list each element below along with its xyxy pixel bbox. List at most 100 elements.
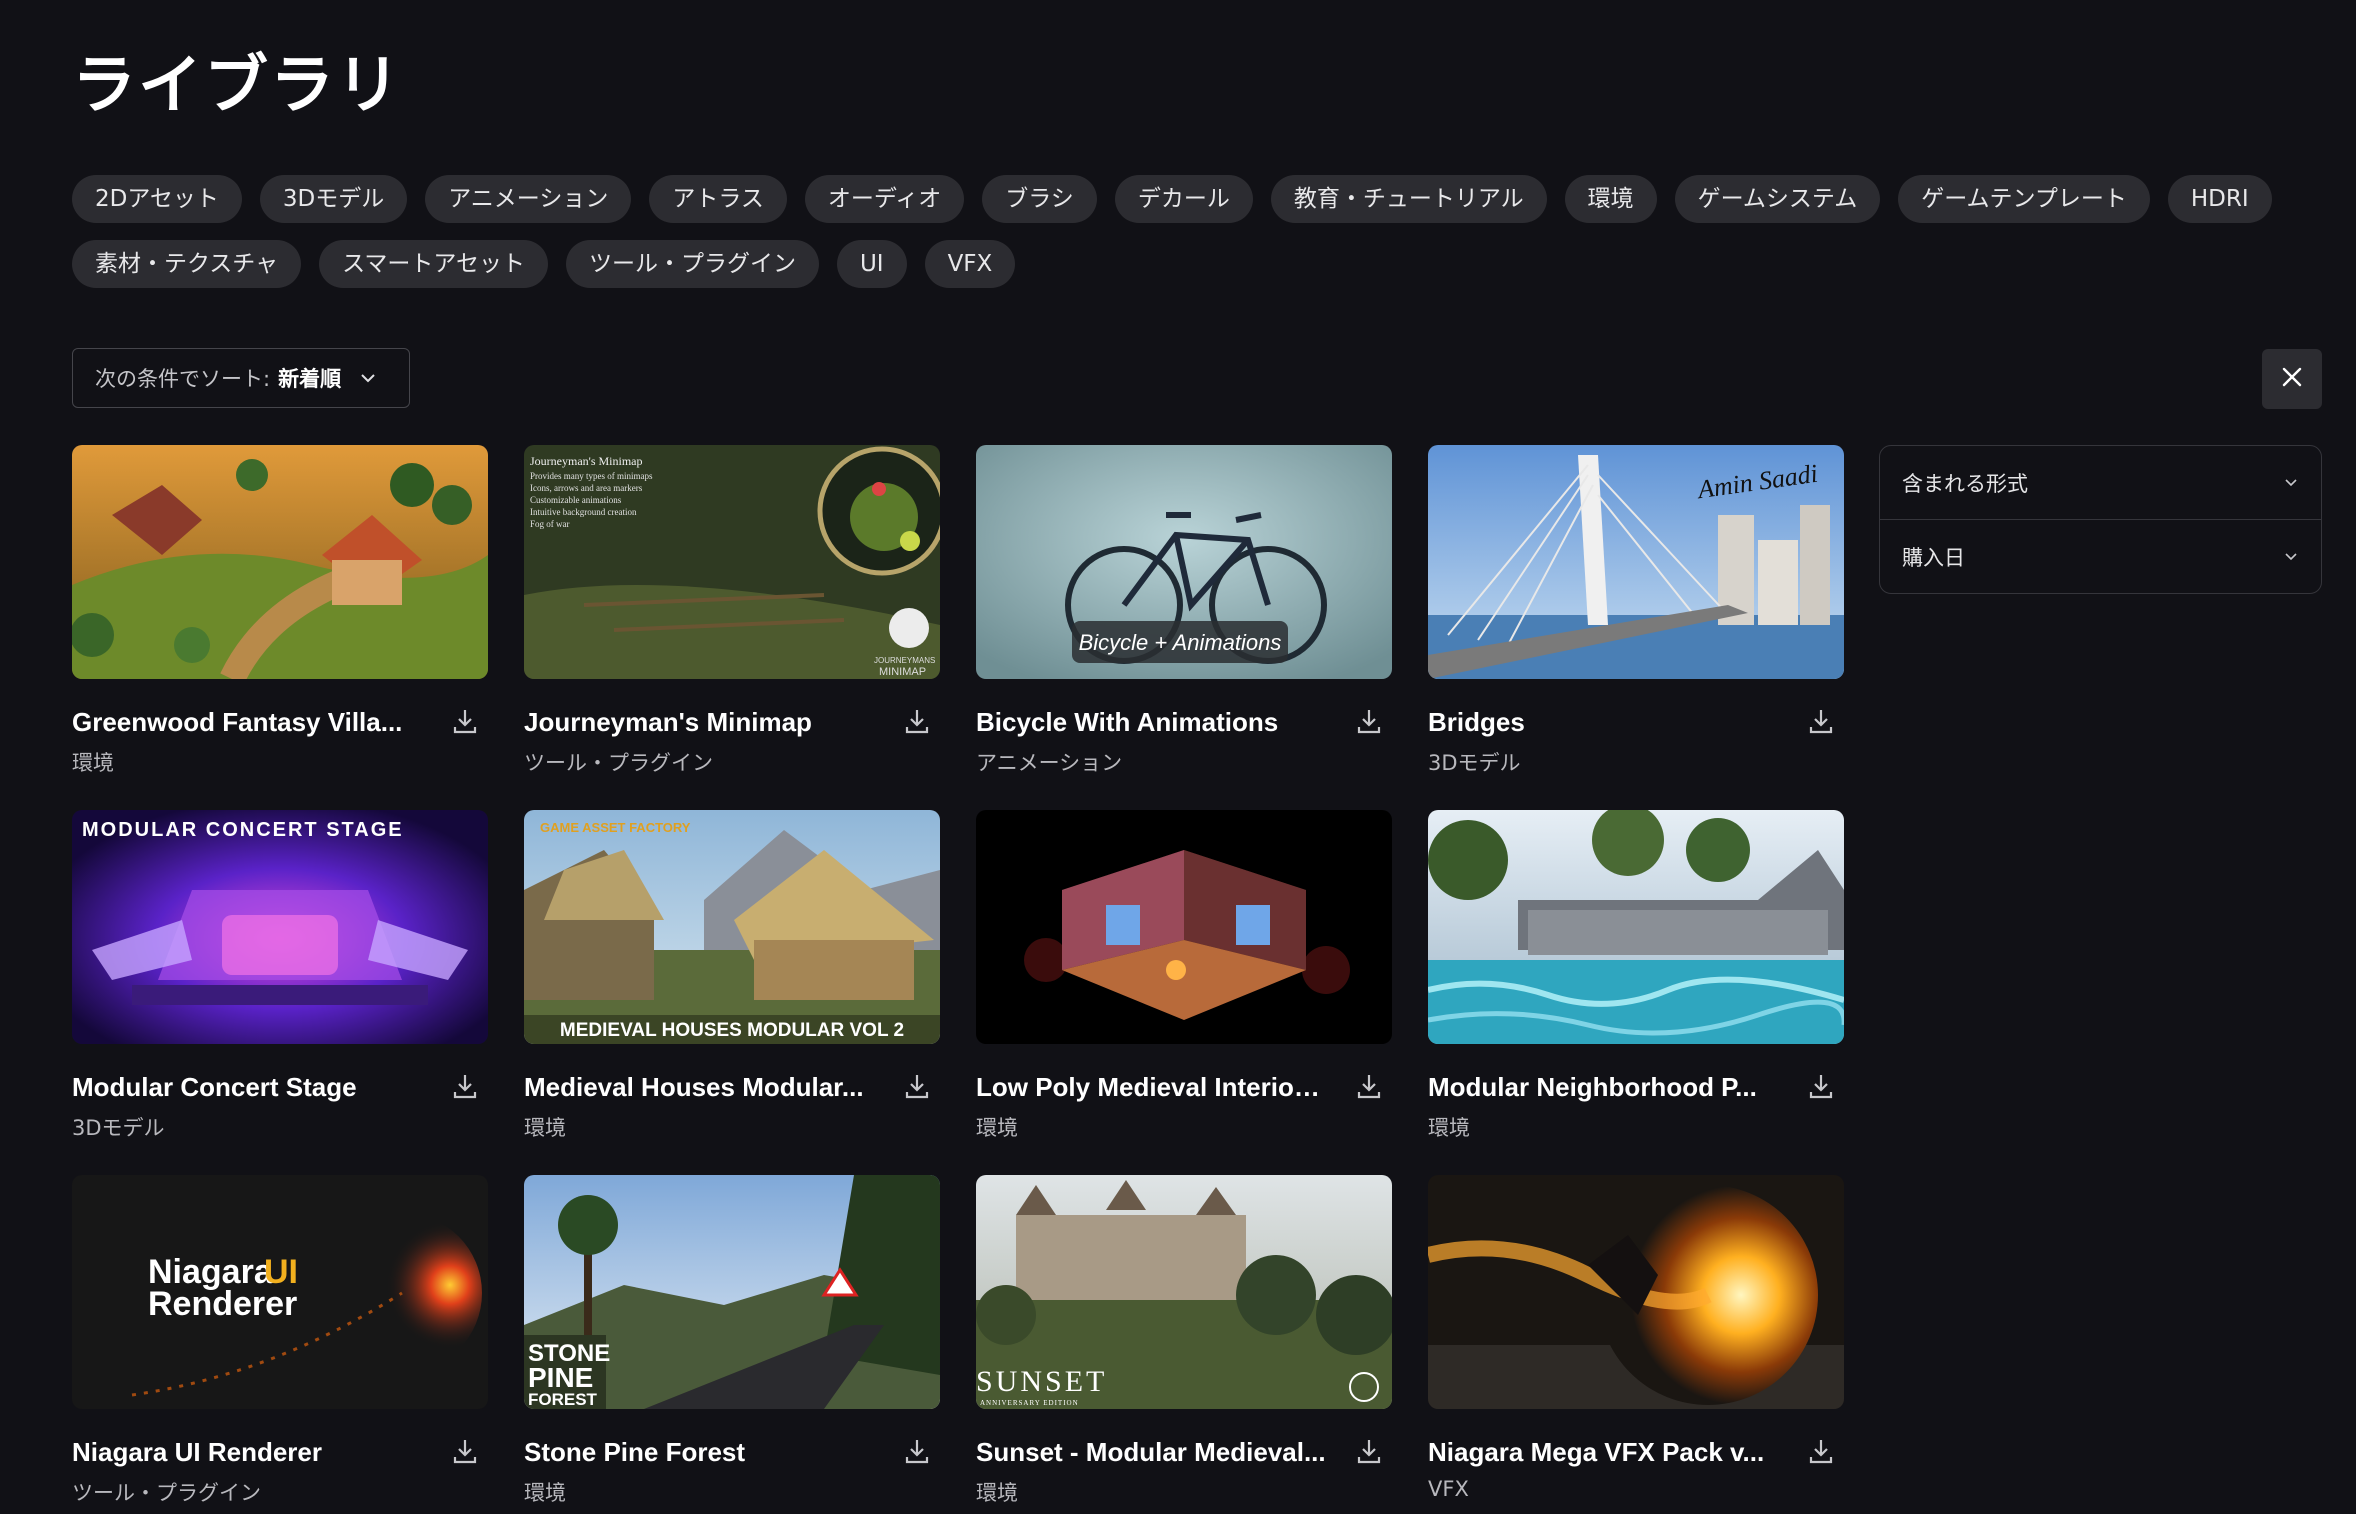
product-title[interactable]: Modular Concert Stage: [72, 1072, 422, 1103]
download-button[interactable]: [1354, 1437, 1384, 1469]
thumb-heading: Journeyman's Minimap: [530, 454, 642, 468]
product-category: 3Dモデル: [72, 1116, 165, 1140]
product-title[interactable]: Journeyman's Minimap: [524, 707, 874, 738]
product-card[interactable]: Journeyman's Minimap Provides many types…: [524, 445, 940, 775]
product-thumbnail[interactable]: Journeyman's Minimap Provides many types…: [524, 445, 940, 679]
product-title[interactable]: Bicycle With Animations: [976, 707, 1326, 738]
chip-3d-models[interactable]: 3Dモデル: [259, 175, 408, 223]
product-thumbnail[interactable]: [976, 810, 1392, 1044]
thumb-feature: Fog of war: [530, 519, 570, 529]
thumb-title: FOREST: [528, 1390, 598, 1409]
chip-game-system[interactable]: ゲームシステム: [1674, 175, 1881, 223]
product-thumbnail[interactable]: [1428, 810, 1844, 1044]
download-button[interactable]: [1806, 707, 1836, 739]
product-card[interactable]: Bicycle + Animations Bicycle With Animat…: [976, 445, 1392, 775]
chip-decal[interactable]: デカール: [1114, 175, 1253, 223]
chip-animation[interactable]: アニメーション: [425, 175, 632, 223]
chip-brush[interactable]: ブラシ: [982, 175, 1097, 223]
thumb-title: Renderer: [148, 1285, 297, 1323]
chip-vfx[interactable]: VFX: [924, 240, 1016, 288]
product-card[interactable]: MEDIEVAL HOUSES MODULAR VOL 2 GAME ASSET…: [524, 810, 940, 1140]
download-button[interactable]: [902, 707, 932, 739]
close-icon: [2280, 365, 2304, 394]
thumb-feature: Provides many types of minimaps: [530, 471, 653, 481]
download-icon: [452, 1072, 478, 1105]
thumb-caption: MEDIEVAL HOUSES MODULAR VOL 2: [560, 1020, 904, 1041]
product-thumbnail[interactable]: MEDIEVAL HOUSES MODULAR VOL 2 GAME ASSET…: [524, 810, 940, 1044]
chip-game-template[interactable]: ゲームテンプレート: [1898, 175, 2150, 223]
product-card[interactable]: Niagara Mega VFX Pack v... VFX: [1428, 1175, 1844, 1501]
product-thumbnail[interactable]: STONE PINE FOREST: [524, 1175, 940, 1409]
product-category: ツール・プラグイン: [524, 751, 713, 775]
chip-material-texture[interactable]: 素材・テクスチャ: [72, 240, 302, 288]
product-title[interactable]: Bridges: [1428, 707, 1778, 738]
download-button[interactable]: [450, 707, 480, 739]
chip-ui[interactable]: UI: [836, 240, 907, 288]
chevron-down-icon: [2283, 545, 2299, 569]
filter-panel: 含まれる形式 購入日: [1879, 445, 2322, 594]
product-card[interactable]: Amin Saadi Bridges 3Dモデル: [1428, 445, 1844, 775]
product-thumbnail[interactable]: Amin Saadi: [1428, 445, 1844, 679]
chip-smart-asset[interactable]: スマートアセット: [319, 240, 548, 288]
product-title[interactable]: Stone Pine Forest: [524, 1437, 874, 1468]
chip-atlas[interactable]: アトラス: [649, 175, 787, 223]
thumb-title: SUNSET: [976, 1365, 1107, 1398]
filter-included-formats[interactable]: 含まれる形式: [1880, 446, 2321, 519]
product-card[interactable]: Niagara UI Renderer Niagara UI Renderer …: [72, 1175, 488, 1505]
thumb-logo-text: MINIMAP: [879, 666, 926, 678]
product-title[interactable]: Niagara Mega VFX Pack v...: [1428, 1437, 1778, 1468]
thumb-logo-text: GAME ASSET FACTORY: [540, 820, 691, 835]
chip-environment[interactable]: 環境: [1564, 175, 1657, 223]
filter-purchase-date[interactable]: 購入日: [1880, 519, 2321, 593]
thumb-title: PINE: [528, 1362, 593, 1393]
thumb-feature: Customizable animations: [530, 495, 622, 505]
chip-hdri[interactable]: HDRI: [2167, 175, 2272, 223]
product-thumbnail[interactable]: SUNSET ANNIVERSARY EDITION: [976, 1175, 1392, 1409]
download-icon: [1808, 1072, 1834, 1105]
product-card[interactable]: Greenwood Fantasy Villa... 環境: [72, 445, 488, 775]
product-thumbnail[interactable]: Bicycle + Animations: [976, 445, 1392, 679]
product-card[interactable]: Low Poly Medieval Interior ... 環境: [976, 810, 1392, 1140]
product-title[interactable]: Low Poly Medieval Interior ...: [976, 1072, 1326, 1103]
download-button[interactable]: [902, 1437, 932, 1469]
download-button[interactable]: [1354, 707, 1384, 739]
download-button[interactable]: [450, 1072, 480, 1104]
product-title[interactable]: Sunset - Modular Medieval...: [976, 1437, 1326, 1468]
thumb-caption: Bicycle + Animations: [1079, 630, 1282, 655]
close-button[interactable]: [2262, 349, 2322, 409]
chevron-down-icon: [359, 369, 377, 387]
download-button[interactable]: [902, 1072, 932, 1104]
product-card[interactable]: MODULAR CONCERT STAGE Modular Concert St…: [72, 810, 488, 1140]
download-button[interactable]: [1354, 1072, 1384, 1104]
product-title[interactable]: Medieval Houses Modular...: [524, 1072, 874, 1103]
download-icon: [1808, 707, 1834, 740]
download-icon: [1808, 1437, 1834, 1470]
chevron-down-icon: [2283, 471, 2299, 495]
product-thumbnail[interactable]: [1428, 1175, 1844, 1409]
product-card[interactable]: SUNSET ANNIVERSARY EDITION Sunset - Modu…: [976, 1175, 1392, 1505]
sort-dropdown[interactable]: 次の条件でソート: 新着順: [72, 348, 410, 408]
download-button[interactable]: [450, 1437, 480, 1469]
filter-label: 含まれる形式: [1902, 471, 2028, 496]
product-card[interactable]: Modular Neighborhood P... 環境: [1428, 810, 1844, 1140]
product-category: 環境: [1428, 1116, 1470, 1140]
product-title[interactable]: Niagara UI Renderer: [72, 1437, 422, 1468]
product-category: 環境: [976, 1116, 1018, 1140]
chip-tools-plugins[interactable]: ツール・プラグイン: [565, 240, 819, 288]
thumb-caption: MODULAR CONCERT STAGE: [82, 819, 404, 841]
download-button[interactable]: [1806, 1072, 1836, 1104]
download-button[interactable]: [1806, 1437, 1836, 1469]
chip-education[interactable]: 教育・チュートリアル: [1270, 175, 1547, 223]
filter-label: 購入日: [1902, 545, 1965, 570]
chip-audio[interactable]: オーディオ: [804, 175, 965, 223]
category-chips: 2Dアセット 3Dモデル アニメーション アトラス オーディオ ブラシ デカール…: [72, 175, 2272, 288]
product-category: 環境: [524, 1116, 566, 1140]
product-title[interactable]: Greenwood Fantasy Villa...: [72, 707, 422, 738]
product-thumbnail[interactable]: [72, 445, 488, 679]
product-thumbnail[interactable]: MODULAR CONCERT STAGE: [72, 810, 488, 1044]
chip-2d-assets[interactable]: 2Dアセット: [72, 175, 242, 223]
product-title[interactable]: Modular Neighborhood P...: [1428, 1072, 1778, 1103]
product-thumbnail[interactable]: Niagara UI Renderer: [72, 1175, 488, 1409]
sort-label: 次の条件でソート:: [95, 367, 271, 391]
product-card[interactable]: STONE PINE FOREST Stone Pine Forest 環境: [524, 1175, 940, 1505]
